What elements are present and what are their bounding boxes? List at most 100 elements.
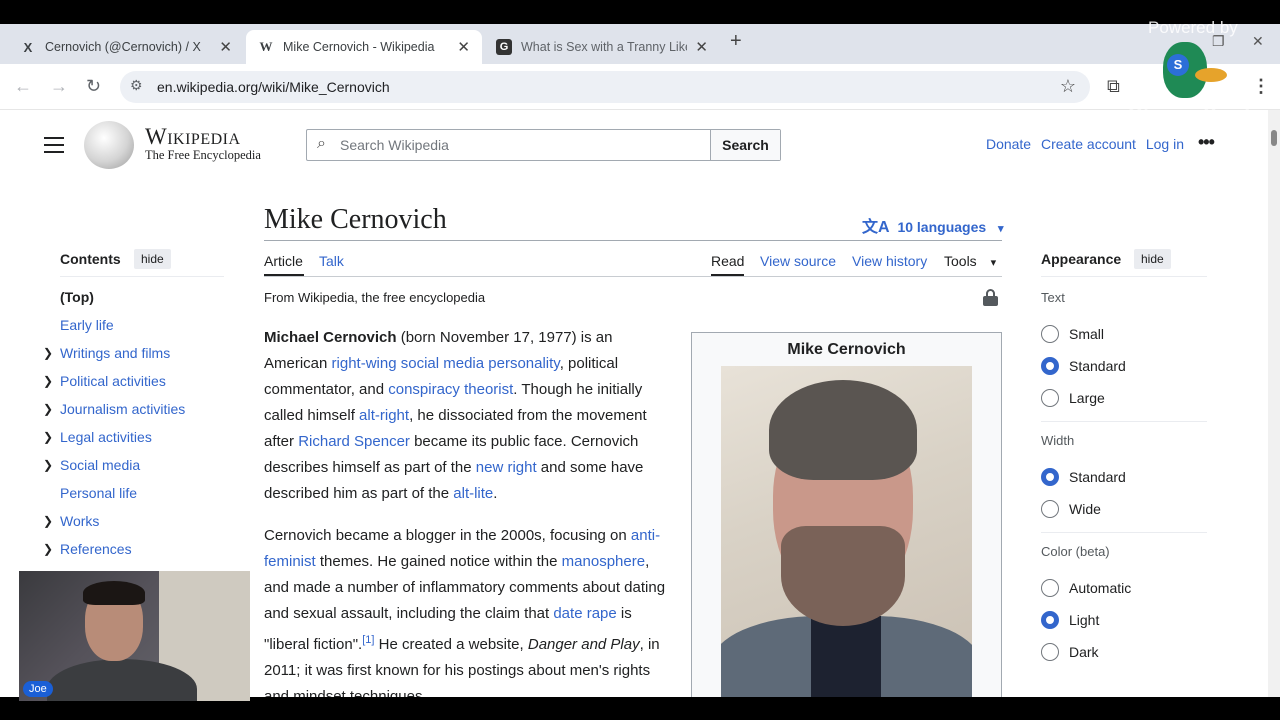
portrait-photo[interactable] — [721, 366, 972, 697]
subject-name: Michael Cernovich — [264, 329, 397, 346]
radio-icon — [1041, 611, 1059, 629]
tab-view-source[interactable]: View source — [760, 253, 836, 269]
text: . — [493, 485, 498, 502]
text: themes. He gained notice within the — [315, 553, 562, 570]
tab-wikipedia[interactable]: W Mike Cernovich - Wikipedia ✕ — [246, 30, 482, 64]
new-tab-button[interactable]: + — [730, 30, 742, 53]
toc-hide-button[interactable]: hide — [134, 249, 171, 269]
radio-width-standard[interactable]: Standard — [1041, 468, 1126, 486]
chevron-right-icon[interactable]: ❯ — [43, 374, 53, 388]
radio-icon — [1041, 325, 1059, 343]
scrollbar-thumb[interactable] — [1271, 130, 1277, 146]
tab-talk[interactable]: Talk — [319, 253, 344, 269]
divider — [1041, 276, 1207, 277]
infobox: Mike Cernovich — [691, 332, 1002, 697]
wikipedia-wordmark[interactable]: Wikipedia — [145, 124, 241, 150]
extensions-icon[interactable]: ⧉ — [1107, 76, 1120, 97]
chevron-right-icon[interactable]: ❯ — [43, 346, 53, 360]
back-icon[interactable]: ← — [14, 76, 32, 97]
radio-width-wide[interactable]: Wide — [1041, 500, 1101, 518]
tab-article[interactable]: Article — [264, 253, 303, 269]
toc-item-top[interactable]: (Top) — [60, 289, 94, 305]
toc-item-journalism[interactable]: Journalism activities — [60, 401, 185, 417]
wikipedia-tagline: The Free Encyclopedia — [145, 148, 261, 162]
radio-text-large[interactable]: Large — [1041, 389, 1105, 407]
radio-icon — [1041, 643, 1059, 661]
radio-label: Small — [1069, 326, 1105, 342]
radio-text-standard[interactable]: Standard — [1041, 357, 1126, 375]
radio-color-dark[interactable]: Dark — [1041, 643, 1099, 661]
donate-link[interactable]: Donate — [986, 136, 1031, 152]
citation-link[interactable]: [1] — [362, 634, 374, 646]
toc-item-personal-life[interactable]: Personal life — [60, 485, 137, 501]
chevron-right-icon[interactable]: ❯ — [43, 542, 53, 556]
link[interactable]: date rape — [553, 605, 616, 622]
close-tab-icon[interactable]: ✕ — [219, 38, 232, 56]
link[interactable]: new right — [476, 459, 537, 476]
radio-text-small[interactable]: Small — [1041, 325, 1104, 343]
appearance-heading: Appearance — [1041, 251, 1122, 267]
omnibox[interactable]: ⚙ en.wikipedia.org/wiki/Mike_Cernovich ☆ — [120, 71, 1090, 103]
toc-item-writings[interactable]: Writings and films — [60, 345, 170, 361]
divider — [264, 240, 1002, 241]
toc-item-social-media[interactable]: Social media — [60, 457, 140, 473]
close-tab-icon[interactable]: ✕ — [457, 38, 470, 56]
more-options-icon[interactable]: ••• — [1198, 132, 1215, 153]
main-menu-icon[interactable] — [44, 137, 64, 158]
radio-color-automatic[interactable]: Automatic — [1041, 579, 1131, 597]
tab-view-history[interactable]: View history — [852, 253, 927, 269]
radio-icon — [1041, 468, 1059, 486]
site-favicon-icon: G — [496, 39, 512, 55]
toc-item-works[interactable]: Works — [60, 513, 99, 529]
powered-by-label: Powered by — [1148, 18, 1238, 37]
toc-item-references[interactable]: References — [60, 541, 132, 557]
create-account-link[interactable]: Create account — [1041, 136, 1136, 152]
page-scrollbar[interactable] — [1268, 110, 1280, 697]
forward-icon[interactable]: → — [50, 76, 68, 97]
link[interactable]: Richard Spencer — [298, 433, 410, 450]
x-logo-icon: X — [23, 39, 33, 55]
text-size-label: Text — [1041, 290, 1065, 305]
site-info-icon[interactable]: ⚙ — [130, 77, 143, 94]
search-input[interactable] — [340, 134, 700, 156]
log-in-link[interactable]: Log in — [1146, 136, 1184, 152]
language-button[interactable]: 文A 10 languages ▾ — [862, 213, 1004, 237]
close-tab-icon[interactable]: ✕ — [695, 38, 708, 56]
toc-item-legal[interactable]: Legal activities — [60, 429, 152, 445]
link[interactable]: alt-right — [359, 407, 409, 424]
chevron-right-icon[interactable]: ❯ — [43, 458, 53, 472]
url-text[interactable]: en.wikipedia.org/wiki/Mike_Cernovich — [157, 79, 390, 95]
divider — [1041, 532, 1207, 533]
tab-title: Mike Cernovich - Wikipedia — [283, 40, 435, 54]
search-button[interactable]: Search — [710, 130, 780, 160]
text: Cernovich became a blogger in the 2000s,… — [264, 527, 631, 544]
link[interactable]: right-wing social media personality — [332, 355, 560, 372]
divider — [1041, 421, 1207, 422]
close-window-icon[interactable]: ✕ — [1252, 33, 1264, 50]
lock-icon[interactable] — [983, 289, 998, 306]
chevron-right-icon[interactable]: ❯ — [43, 402, 53, 416]
chevron-right-icon[interactable]: ❯ — [43, 430, 53, 444]
site-sub: From Wikipedia, the free encyclopedia — [264, 290, 486, 305]
wikipedia-globe-logo[interactable] — [84, 121, 134, 169]
chevron-right-icon[interactable]: ❯ — [43, 514, 53, 528]
duck-letter: S — [1167, 54, 1189, 76]
link[interactable]: manosphere — [562, 553, 645, 570]
wikipedia-favicon-icon: W — [259, 39, 273, 54]
tab-twitter[interactable]: X Cernovich (@Cernovich) / X ✕ — [8, 30, 244, 64]
search-box: ⌕ Search — [306, 129, 781, 161]
link[interactable]: alt-lite — [453, 485, 493, 502]
reload-icon[interactable]: ↻ — [86, 76, 101, 97]
chevron-down-icon: ▾ — [998, 223, 1004, 235]
browser-menu-icon[interactable]: ⋮ — [1252, 76, 1270, 97]
toc-item-early-life[interactable]: Early life — [60, 317, 114, 333]
tools-menu[interactable]: Tools ▾ — [944, 253, 996, 269]
toc-item-political[interactable]: Political activities — [60, 373, 166, 389]
appearance-hide-button[interactable]: hide — [1134, 249, 1171, 269]
link[interactable]: conspiracy theorist — [388, 381, 513, 398]
tab-read[interactable]: Read — [711, 253, 744, 269]
streamyard-watermark: StreamYard — [1128, 102, 1251, 127]
tab-article[interactable]: G What is Sex with a Tranny Like? ✕ — [484, 30, 720, 64]
radio-color-light[interactable]: Light — [1041, 611, 1099, 629]
bookmark-star-icon[interactable]: ☆ — [1060, 76, 1076, 97]
